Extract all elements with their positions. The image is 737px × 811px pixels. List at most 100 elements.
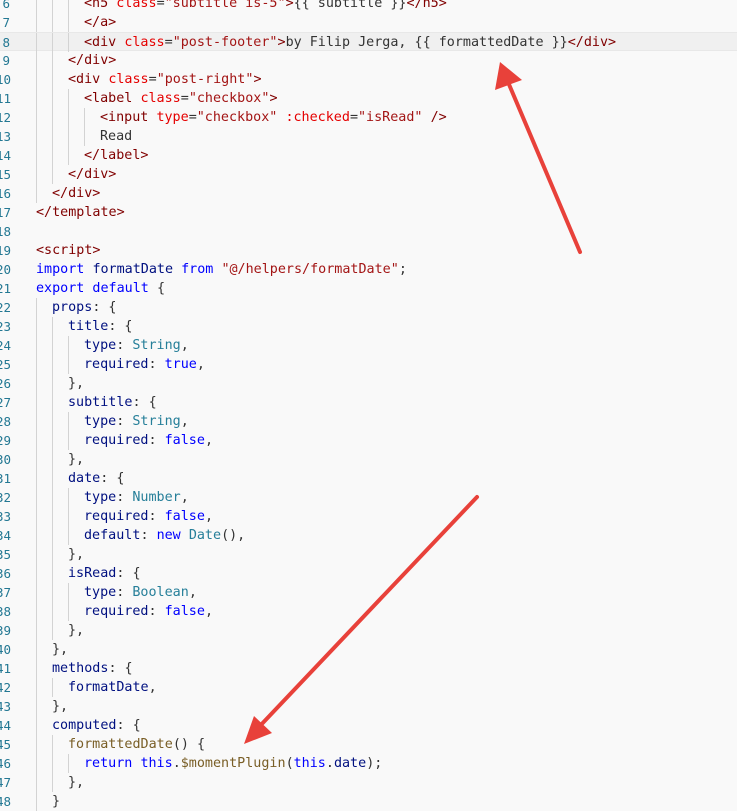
- code-line[interactable]: 37 type: Boolean,: [0, 583, 737, 602]
- code-line[interactable]: 23 title: {: [0, 317, 737, 336]
- code-token: </div>: [52, 186, 101, 201]
- code-token: ,: [196, 357, 205, 372]
- line-number: 28: [0, 414, 12, 429]
- code-line[interactable]: 20 import formatDate from "@/helpers/form…: [0, 260, 737, 279]
- indent-guide: [68, 146, 69, 165]
- code-token: title: [68, 319, 109, 334]
- line-number: 32: [0, 490, 12, 505]
- code-line[interactable]: 34 default: new Date(),: [0, 526, 737, 545]
- code-line[interactable]: 13 Read: [0, 127, 737, 146]
- code-line[interactable]: 30},: [0, 450, 737, 469]
- code-line[interactable]: 41 methods: {: [0, 659, 737, 678]
- code-line[interactable]: 21 export default {: [0, 279, 737, 298]
- indent-guide: [36, 773, 37, 792]
- code-line[interactable]: 45 formattedDate() {: [0, 735, 737, 754]
- indent-guide: [36, 640, 37, 659]
- code-line[interactable]: 22 props: {: [0, 298, 737, 317]
- code-line[interactable]: 18: [0, 222, 737, 241]
- code-line[interactable]: 11 <label class="checkbox">: [0, 89, 737, 108]
- code-token: Number: [132, 490, 181, 505]
- code-line[interactable]: 27 subtitle: {: [0, 393, 737, 412]
- code-token: "subtitle is-5": [164, 0, 286, 11]
- code-content: formattedDate() {: [68, 735, 205, 754]
- code-content: },: [68, 545, 84, 564]
- line-number: 17: [0, 205, 12, 220]
- code-line[interactable]: 44 computed: {: [0, 716, 737, 735]
- code-line[interactable]: 46return this.$momentPlugin(this.date);: [0, 754, 737, 773]
- code-token: >: [269, 91, 278, 106]
- code-content: methods: {: [52, 659, 133, 678]
- line-number: 46: [0, 756, 12, 771]
- code-token: false: [164, 604, 205, 619]
- code-token: ,: [180, 338, 189, 353]
- line-number: 14: [0, 148, 12, 163]
- indent-guide: [68, 336, 69, 355]
- indent-guide: [52, 108, 53, 127]
- code-token: : {: [92, 300, 117, 315]
- code-token: : {: [132, 395, 157, 410]
- line-number: 9: [2, 53, 10, 68]
- code-line[interactable]: 6 <h5 class="subtitle is-5">{{ subtitle }…: [0, 0, 737, 13]
- code-token: type: [84, 585, 117, 600]
- code-line[interactable]: 36 isRead: {: [0, 564, 737, 583]
- code-token: Boolean: [132, 585, 189, 600]
- code-token: }: [52, 794, 61, 809]
- code-content: </div>: [68, 51, 116, 70]
- code-line[interactable]: 12<input type="checkbox" :checked="isRea…: [0, 108, 737, 127]
- code-editor[interactable]: 6 <h5 class="subtitle is-5">{{ subtitle }…: [0, 0, 737, 811]
- indent-guide: [52, 488, 53, 507]
- code-line[interactable]: 38 required: false,: [0, 602, 737, 621]
- line-number: 29: [0, 433, 12, 448]
- code-token: String: [132, 414, 181, 429]
- indent-guide: [52, 336, 53, 355]
- code-line[interactable]: 48}: [0, 792, 737, 811]
- indent-guide: [36, 317, 37, 336]
- code-token: ,: [148, 680, 157, 695]
- code-line[interactable]: 9 </div>: [0, 51, 737, 70]
- code-line[interactable]: 42 formatDate,: [0, 678, 737, 697]
- code-token: (),: [221, 528, 246, 543]
- indent-guide: [52, 51, 53, 70]
- code-token: default: [84, 528, 141, 543]
- code-token: false: [164, 433, 205, 448]
- code-token: this: [140, 756, 173, 771]
- code-line[interactable]: 32 type: Number,: [0, 488, 737, 507]
- code-line[interactable]: 43},: [0, 697, 737, 716]
- code-line[interactable]: 39},: [0, 621, 737, 640]
- code-line[interactable]: 14 </label>: [0, 146, 737, 165]
- code-token: ;: [398, 262, 407, 277]
- code-line[interactable]: 19 <script>: [0, 241, 737, 260]
- code-token: class: [116, 0, 157, 11]
- code-line[interactable]: 8 <div class="post-footer">by Filip Jerga…: [0, 32, 737, 52]
- code-line[interactable]: 7 </a>: [0, 13, 737, 32]
- code-content: <label class="checkbox">: [84, 89, 278, 108]
- code-token: "checkbox": [196, 110, 278, 125]
- code-content: default: new Date(),: [84, 526, 245, 545]
- code-token: :: [116, 490, 133, 505]
- code-line[interactable]: 40},: [0, 640, 737, 659]
- line-number: 39: [0, 623, 12, 638]
- code-line[interactable]: 31 date: {: [0, 469, 737, 488]
- line-number: 44: [0, 718, 12, 733]
- code-line[interactable]: 16 </div>: [0, 184, 737, 203]
- code-token: <div: [84, 35, 125, 50]
- code-token: </div>: [68, 53, 117, 68]
- code-line[interactable]: 25 required: true,: [0, 355, 737, 374]
- code-line[interactable]: 26},: [0, 374, 737, 393]
- code-line[interactable]: 24 type: String,: [0, 336, 737, 355]
- code-line[interactable]: 35},: [0, 545, 737, 564]
- code-line[interactable]: 28 type: String,: [0, 412, 737, 431]
- code-line[interactable]: 10 <div class="post-right">: [0, 70, 737, 89]
- code-line[interactable]: 17 </template>: [0, 203, 737, 222]
- code-token: },: [68, 376, 85, 391]
- code-line[interactable]: 29 required: false,: [0, 431, 737, 450]
- code-token: </label>: [84, 148, 149, 163]
- code-line[interactable]: 47},: [0, 773, 737, 792]
- code-token: : {: [100, 471, 125, 486]
- line-number: 27: [0, 395, 12, 410]
- code-token: <h5: [84, 0, 117, 11]
- code-line[interactable]: 15 </div>: [0, 165, 737, 184]
- line-number: 13: [0, 129, 12, 144]
- code-token: <input: [100, 110, 157, 125]
- code-line[interactable]: 33 required: false,: [0, 507, 737, 526]
